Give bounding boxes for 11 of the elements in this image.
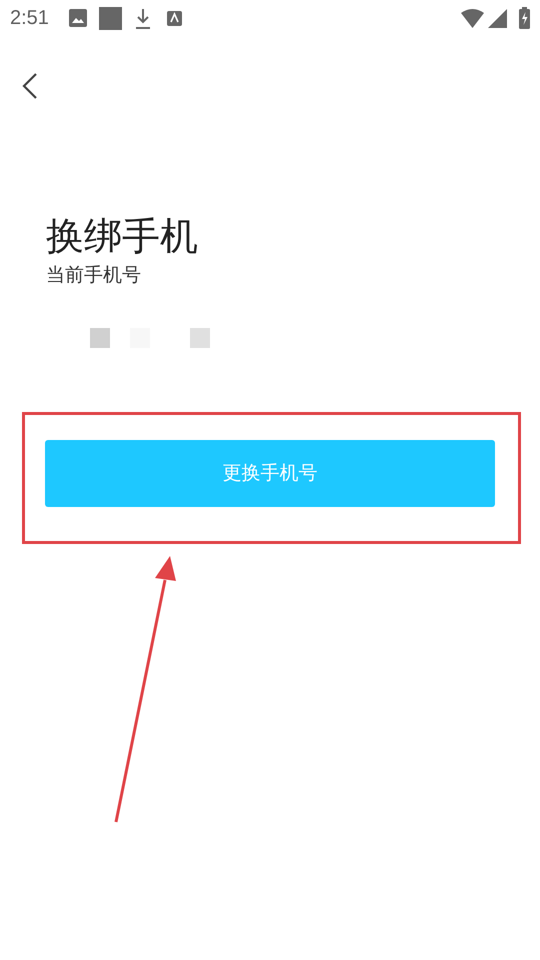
notification-icon xyxy=(166,10,182,26)
wifi-icon xyxy=(461,8,484,28)
page-subtitle: 当前手机号 xyxy=(46,263,142,288)
square-icon xyxy=(98,6,122,30)
battery-icon xyxy=(519,7,530,29)
change-phone-button[interactable]: 更换手机号 xyxy=(45,440,495,507)
download-icon xyxy=(134,8,151,28)
signal-icon xyxy=(488,8,507,28)
image-icon xyxy=(68,9,87,27)
status-time: 2:51 xyxy=(10,6,49,31)
page-title: 换绑手机 xyxy=(46,213,199,260)
